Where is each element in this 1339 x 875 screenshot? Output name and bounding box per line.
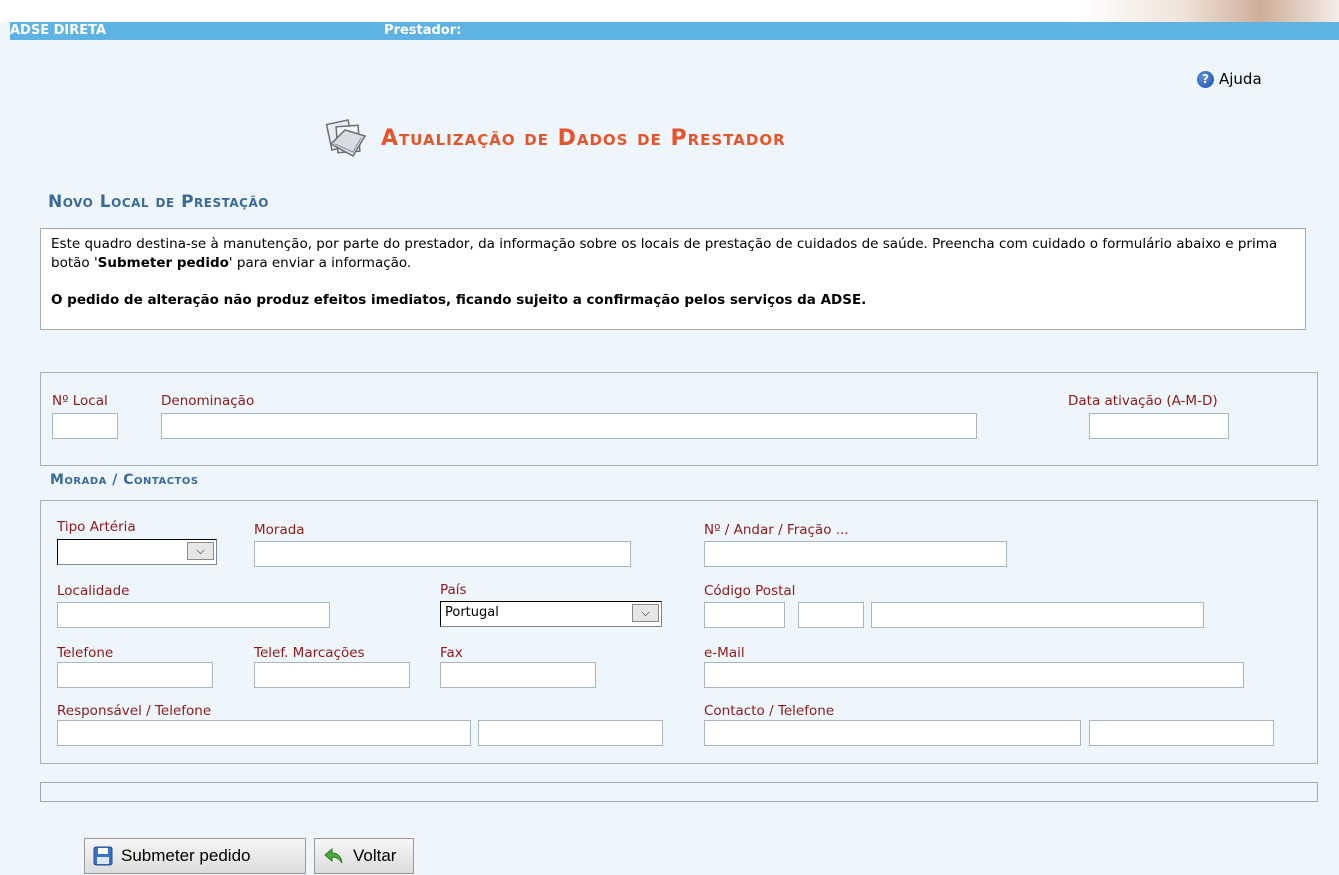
chevron-down-icon[interactable]: ⌵ <box>187 542 214 560</box>
chevron-down-icon[interactable]: ⌵ <box>632 604 659 622</box>
documents-icon <box>325 119 367 158</box>
local-number-label: Nº Local <box>52 393 108 409</box>
address-input[interactable] <box>254 541 631 567</box>
postal-code-locality[interactable] <box>871 602 1204 628</box>
booking-phone-input[interactable] <box>254 662 410 688</box>
postal-code-label: Código Postal <box>704 583 796 599</box>
activation-date-input[interactable] <box>1089 413 1229 439</box>
phone-label: Telefone <box>57 645 114 661</box>
page-title: Atualização de Dados de Prestador <box>323 118 786 158</box>
number-floor-label: Nº / Andar / Fração ... <box>704 522 849 538</box>
street-type-label: Tipo Artéria <box>57 519 136 535</box>
submit-button[interactable]: Submeter pedido <box>84 838 306 874</box>
contact-name-input[interactable] <box>704 720 1081 746</box>
country-label: País <box>440 582 467 598</box>
name-input[interactable] <box>161 413 977 439</box>
email-input[interactable] <box>704 662 1244 688</box>
street-type-select[interactable]: ⌵ <box>57 539 217 565</box>
info-box: Este quadro destina-se à manutenção, por… <box>40 228 1306 330</box>
address-label: Morada <box>254 522 305 538</box>
postal-code-part2[interactable] <box>798 602 864 628</box>
phone-input[interactable] <box>57 662 213 688</box>
contact-label: Contacto / Telefone <box>704 703 835 719</box>
section-title: Novo Local de Prestação <box>48 192 269 212</box>
help-icon: ? <box>1197 70 1214 88</box>
help-link[interactable]: ? Ajuda <box>1197 70 1262 88</box>
floppy-disk-icon <box>93 846 113 866</box>
responsible-name-input[interactable] <box>57 720 471 746</box>
name-label: Denominação <box>161 393 255 409</box>
fax-input[interactable] <box>440 662 596 688</box>
help-label: Ajuda <box>1219 70 1262 88</box>
contact-phone-input[interactable] <box>1089 720 1274 746</box>
email-label: e-Mail <box>704 645 745 661</box>
top-strip <box>0 0 1339 22</box>
fax-label: Fax <box>440 645 463 661</box>
responsible-label: Responsável / Telefone <box>57 703 212 719</box>
contacts-title: Morada / Contactos <box>50 472 199 488</box>
locality-input[interactable] <box>57 602 330 628</box>
number-floor-input[interactable] <box>704 541 1007 567</box>
app-name: ADSE DIRETA <box>10 23 107 38</box>
info-notice: O pedido de alteração não produz efeitos… <box>51 292 867 308</box>
activation-date-label: Data ativação (A-M-D) <box>1068 393 1218 409</box>
postal-code-part1[interactable] <box>704 602 785 628</box>
info-text-end: ' para enviar a informação. <box>228 255 412 271</box>
locality-label: Localidade <box>57 583 130 599</box>
info-paragraph: Este quadro destina-se à manutenção, por… <box>51 235 1295 273</box>
info-text-bold: Submeter pedido <box>97 255 229 271</box>
country-select[interactable]: Portugal ⌵ <box>440 601 662 627</box>
back-button[interactable]: Voltar <box>314 838 414 874</box>
top-bar: ADSE DIRETA Prestador: <box>10 22 1339 40</box>
responsible-phone-input[interactable] <box>478 720 663 746</box>
booking-phone-label: Telef. Marcações <box>254 645 365 661</box>
page-title-text: Atualização de Dados de Prestador <box>381 125 786 151</box>
provider-label: Prestador: <box>384 23 462 38</box>
back-arrow-icon <box>324 847 343 864</box>
header-decoration <box>1080 0 1339 22</box>
local-number-input[interactable] <box>52 413 118 439</box>
country-value: Portugal <box>445 605 499 620</box>
submit-label: Submeter pedido <box>121 846 251 865</box>
empty-bar <box>40 782 1318 802</box>
back-label: Voltar <box>353 846 397 865</box>
